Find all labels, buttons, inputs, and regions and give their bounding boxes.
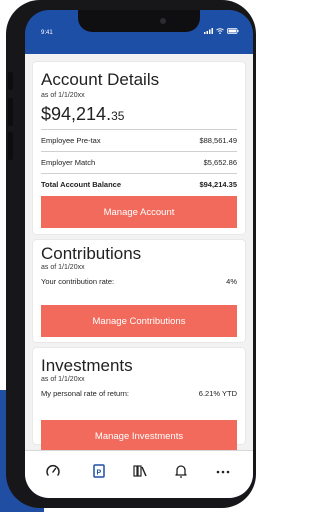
gauge-icon (46, 465, 60, 476)
bell-icon (175, 465, 187, 478)
tab-notifications[interactable] (171, 461, 191, 481)
row-value: $5,652.86 (203, 158, 237, 167)
status-icons (204, 28, 239, 34)
phone-side-button (8, 132, 13, 160)
signal-icon (204, 28, 213, 34)
tab-dashboard[interactable] (43, 461, 63, 481)
manage-account-button[interactable]: Manage Account (41, 196, 237, 228)
phone-notch (78, 10, 200, 32)
svg-text:P: P (97, 470, 102, 477)
status-time: 9:41 (41, 30, 53, 36)
app-content: Account Details as of 1/1/20xx $94,214.3… (25, 54, 253, 452)
manage-investments-button[interactable]: Manage Investments (41, 420, 237, 452)
battery-icon (227, 28, 239, 34)
more-icon (216, 470, 230, 474)
row-value: $88,561.49 (199, 136, 237, 145)
row-value: 6.21% YTD (198, 389, 237, 398)
bottom-tab-bar: P (25, 450, 253, 498)
manage-contributions-button[interactable]: Manage Contributions (41, 305, 237, 337)
document-icon: P (93, 464, 105, 478)
tab-library[interactable] (130, 461, 150, 481)
divider (41, 173, 237, 174)
investments-card: Investments as of 1/1/20xx My personal r… (33, 348, 245, 452)
row-label: Employer Match (41, 158, 96, 167)
account-details-card: Account Details as of 1/1/20xx $94,214.3… (33, 62, 245, 234)
tab-documents[interactable]: P (89, 461, 109, 481)
row-label: Your contribution rate: (41, 277, 115, 286)
account-total-dollars: $94,214. (41, 104, 112, 124)
wifi-icon (216, 28, 224, 34)
contribution-rate-row: Your contribution rate: 4% (41, 277, 237, 289)
tab-more[interactable] (213, 461, 233, 481)
phone-screen: 9:41 Account Details as of 1/1/20xx $94,… (25, 10, 253, 498)
phone-side-button (8, 98, 13, 126)
phone-side-button (8, 72, 13, 90)
contributions-card: Contributions as of 1/1/20xx Your contri… (33, 240, 245, 342)
rate-of-return-row: My personal rate of return: 6.21% YTD (41, 389, 237, 401)
contributions-title: Contributions (41, 244, 142, 263)
account-row-total: Total Account Balance $94,214.35 (41, 180, 237, 192)
phone-frame: 9:41 Account Details as of 1/1/20xx $94,… (6, 0, 256, 508)
row-value: $94,214.35 (199, 180, 237, 189)
row-label: My personal rate of return: (41, 389, 129, 398)
account-title: Account Details (41, 70, 160, 89)
contributions-as-of: as of 1/1/20xx (41, 264, 85, 271)
investments-as-of: as of 1/1/20xx (41, 376, 85, 383)
row-label: Employee Pre-tax (41, 136, 101, 145)
account-row-match: Employer Match $5,652.86 (41, 158, 237, 170)
account-row-pretax: Employee Pre-tax $88,561.49 (41, 136, 237, 148)
account-as-of: as of 1/1/20xx (41, 92, 85, 99)
camera-icon (160, 18, 166, 24)
row-value: 4% (226, 277, 237, 286)
divider (41, 129, 237, 130)
divider (41, 151, 237, 152)
account-total-cents: 35 (111, 109, 125, 123)
investments-title: Investments (41, 356, 133, 375)
row-label: Total Account Balance (41, 180, 122, 189)
account-total: $94,214.35 (41, 104, 124, 125)
library-icon (133, 465, 147, 477)
